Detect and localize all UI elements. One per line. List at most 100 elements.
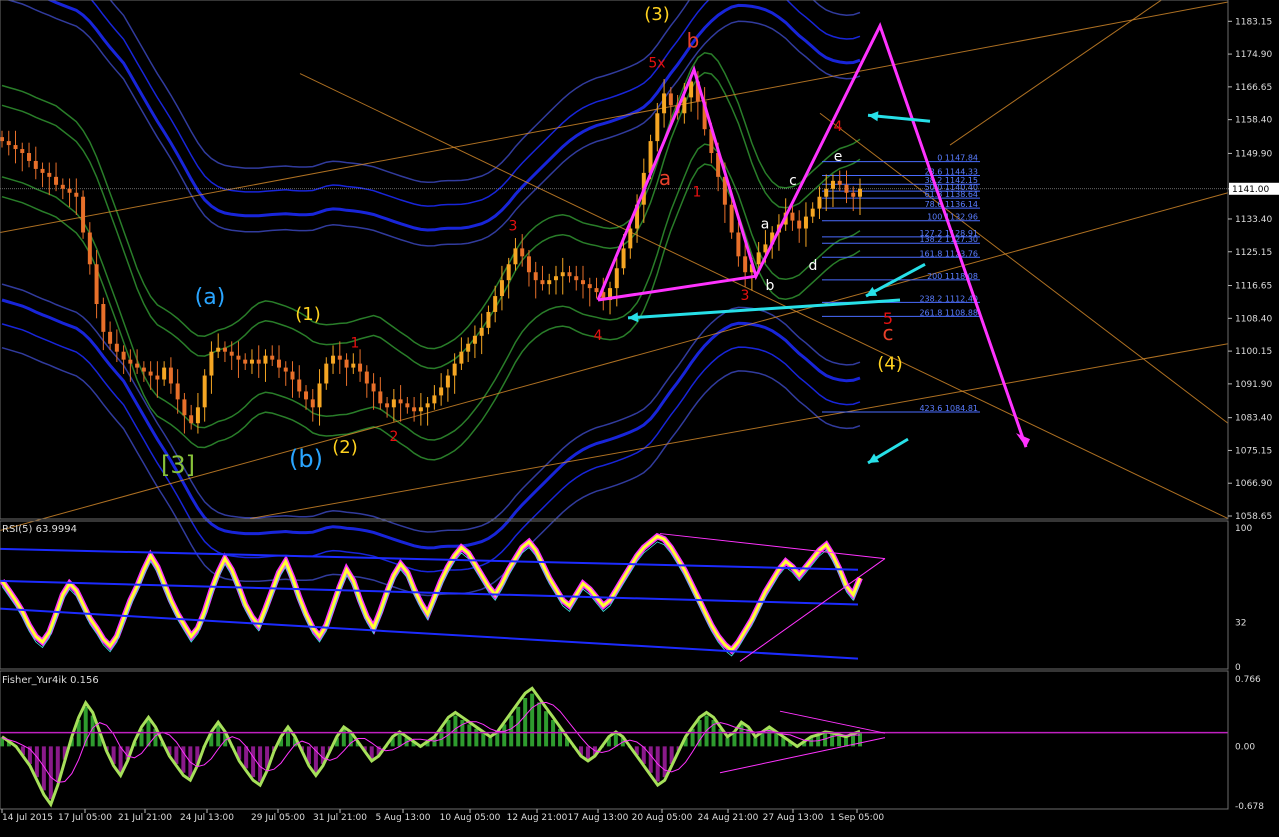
candle[interactable] — [344, 353, 349, 386]
candle[interactable] — [331, 345, 336, 374]
candle[interactable] — [263, 349, 268, 382]
candle[interactable] — [249, 349, 254, 374]
candle[interactable] — [398, 385, 403, 422]
candle[interactable] — [310, 389, 315, 422]
candle[interactable] — [54, 162, 59, 192]
candle[interactable] — [168, 357, 173, 394]
candle[interactable] — [837, 170, 842, 192]
candle-body — [405, 403, 410, 408]
y-tick-label: 1149.90 — [1235, 149, 1272, 159]
price-pane[interactable]: 0 1147.8423.6 1144.3338.2 1142.1550.0 11… — [0, 0, 1229, 597]
fisher-histogram-bar — [739, 724, 744, 747]
candle[interactable] — [283, 361, 288, 386]
candle[interactable] — [364, 365, 369, 398]
candle[interactable] — [513, 238, 518, 271]
candle[interactable] — [189, 404, 194, 430]
candle[interactable] — [304, 385, 309, 410]
candle[interactable] — [0, 130, 4, 148]
candle[interactable] — [391, 389, 396, 422]
candle-body — [837, 180, 842, 185]
candle[interactable] — [540, 265, 545, 291]
wave-label: (4) — [877, 354, 903, 375]
candle[interactable] — [378, 377, 383, 410]
candle[interactable] — [553, 265, 558, 295]
candle[interactable] — [587, 277, 592, 307]
candle[interactable] — [155, 361, 160, 398]
candle[interactable] — [317, 369, 322, 426]
candle[interactable] — [74, 178, 79, 216]
candle[interactable] — [6, 130, 11, 156]
candle[interactable] — [13, 130, 18, 164]
candle[interactable] — [121, 345, 126, 374]
candle[interactable] — [202, 369, 207, 422]
candle[interactable] — [297, 365, 302, 398]
candle[interactable] — [466, 337, 471, 363]
candle-body — [317, 383, 322, 408]
candle[interactable] — [506, 257, 511, 299]
candle[interactable] — [547, 273, 552, 295]
candle[interactable] — [222, 341, 227, 363]
candle[interactable] — [533, 261, 538, 299]
trading-chart[interactable]: 0 1147.8423.6 1144.3338.2 1142.1550.0 11… — [0, 0, 1279, 837]
candle[interactable] — [797, 210, 802, 243]
candle[interactable] — [412, 396, 417, 422]
candle[interactable] — [425, 396, 430, 426]
candle[interactable] — [358, 349, 363, 382]
candle[interactable] — [472, 325, 477, 359]
candle[interactable] — [276, 345, 281, 378]
candle[interactable] — [817, 186, 822, 219]
candle[interactable] — [567, 265, 572, 283]
candle[interactable] — [182, 393, 187, 434]
candle[interactable] — [27, 142, 32, 168]
candle[interactable] — [851, 186, 856, 212]
candle[interactable] — [114, 329, 119, 363]
candle[interactable] — [337, 341, 342, 374]
candle[interactable] — [405, 396, 410, 414]
candle[interactable] — [810, 202, 815, 223]
candle[interactable] — [418, 393, 423, 426]
candle[interactable] — [351, 353, 356, 374]
candle-body — [135, 363, 140, 368]
candle[interactable] — [60, 178, 65, 200]
candle[interactable] — [67, 178, 72, 208]
candle[interactable] — [47, 162, 52, 196]
candle[interactable] — [290, 361, 295, 398]
candle[interactable] — [614, 257, 619, 307]
fisher-pane[interactable] — [0, 686, 1228, 808]
candle[interactable] — [459, 337, 464, 370]
candle[interactable] — [20, 142, 25, 172]
candle[interactable] — [486, 305, 491, 335]
candle[interactable] — [162, 361, 167, 386]
candle[interactable] — [479, 313, 484, 355]
candle[interactable] — [560, 257, 565, 295]
trend-line-4 — [819, 112, 1229, 424]
candle[interactable] — [40, 162, 45, 188]
candle-body — [412, 407, 417, 412]
candle[interactable] — [439, 373, 444, 406]
candle[interactable] — [243, 353, 248, 370]
candle[interactable] — [526, 249, 531, 287]
candle[interactable] — [371, 373, 376, 410]
candle[interactable] — [270, 345, 275, 366]
candle[interactable] — [256, 345, 261, 378]
candle[interactable] — [216, 333, 221, 359]
candle[interactable] — [574, 265, 579, 291]
candle[interactable] — [432, 385, 437, 410]
rsi-band-0 — [0, 547, 859, 571]
candle[interactable] — [445, 369, 450, 402]
candle[interactable] — [33, 146, 38, 180]
candle[interactable] — [175, 369, 180, 414]
candle[interactable] — [736, 222, 741, 267]
candle[interactable] — [324, 357, 329, 390]
rsi-pane[interactable] — [0, 532, 886, 662]
candle[interactable] — [236, 341, 241, 378]
candle[interactable] — [581, 265, 586, 299]
candle[interactable] — [594, 277, 599, 299]
candle[interactable] — [94, 249, 99, 319]
candle[interactable] — [209, 341, 214, 394]
candle[interactable] — [81, 190, 86, 239]
candle[interactable] — [803, 202, 808, 247]
candle[interactable] — [790, 206, 795, 231]
candle[interactable] — [108, 321, 113, 351]
candle-body — [331, 355, 336, 364]
